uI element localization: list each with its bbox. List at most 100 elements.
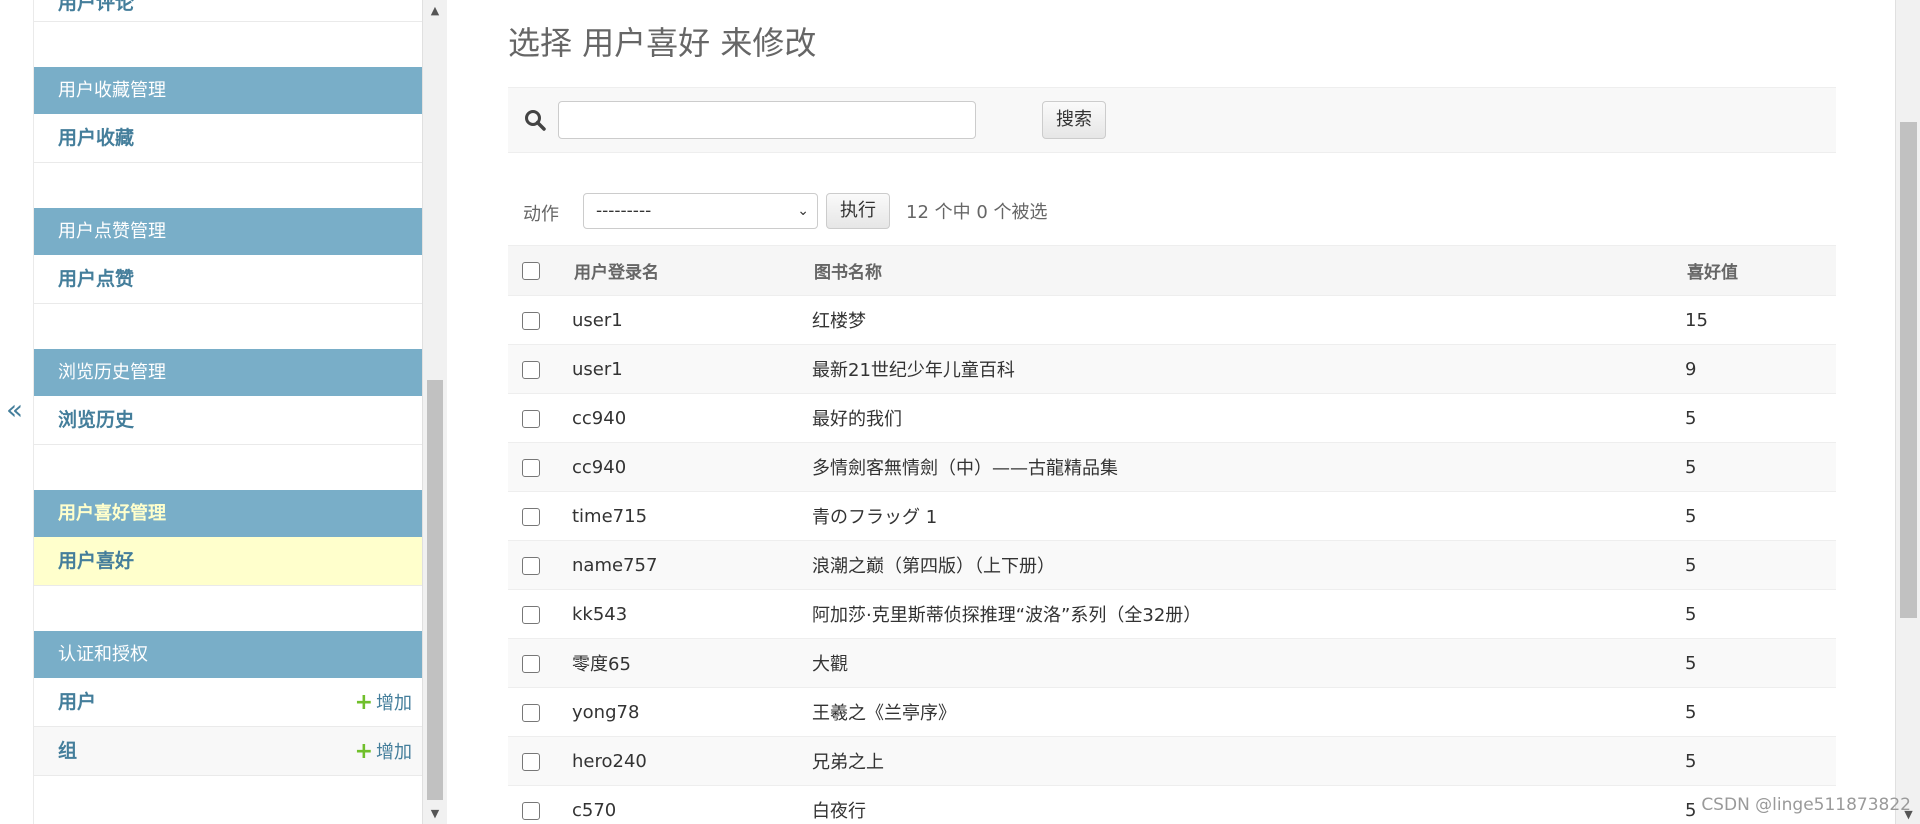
table-row: hero240 兄弟之上 5 (508, 736, 1836, 786)
run-action-button[interactable]: 执行 (826, 193, 890, 229)
cell-book: 青のフラッグ 1 (812, 491, 1685, 541)
cell-user[interactable]: c570 (572, 785, 812, 824)
table-row: user1 最新21世纪少年儿童百科 9 (508, 344, 1836, 394)
cell-value: 5 (1685, 491, 1836, 541)
cell-book: 阿加莎·克里斯蒂侦探推理“波洛”系列（全32册） (812, 589, 1685, 639)
cell-book: 浪潮之巅（第四版）（上下册） (812, 540, 1685, 590)
sidebar-item-preferences[interactable]: 用户喜好 (34, 537, 422, 586)
column-header-user[interactable]: 用户登录名 (572, 245, 812, 296)
row-checkbox[interactable] (522, 654, 540, 673)
table-row: cc940 最好的我们 5 (508, 393, 1836, 443)
table-row: time715 青のフラッグ 1 5 (508, 491, 1836, 541)
module-caption-auth[interactable]: 认证和授权 (34, 631, 422, 678)
search-input[interactable] (558, 101, 976, 139)
table-row: cc940 多情劍客無情劍（中）——古龍精品集 5 (508, 442, 1836, 492)
row-checkbox[interactable] (522, 605, 540, 624)
page-title: 选择 用户喜好 来修改 (508, 24, 817, 62)
row-checkbox[interactable] (522, 507, 540, 526)
page-scrollbar[interactable]: ▼ (1895, 0, 1920, 824)
row-checkbox[interactable] (522, 311, 540, 330)
search-icon (525, 110, 546, 131)
module-caption-likes[interactable]: 用户点赞管理 (34, 208, 422, 255)
sidebar-item-label[interactable]: 浏览历史 (58, 396, 134, 445)
sidebar: 用户评论 用户收藏管理 用户收藏 用户点赞管理 用户点赞 浏览历史管理 浏览历史… (34, 0, 422, 824)
row-checkbox[interactable] (522, 458, 540, 477)
cell-value: 5 (1685, 589, 1836, 639)
table-row: user1 红楼梦 15 (508, 295, 1836, 345)
table-row: name757 浪潮之巅（第四版）（上下册） 5 (508, 540, 1836, 590)
action-select[interactable]: --------- ⌄ (583, 193, 818, 229)
scroll-down-arrow-icon[interactable]: ▼ (423, 807, 447, 820)
cell-user[interactable]: 零度65 (572, 638, 812, 688)
cell-user[interactable]: hero240 (572, 736, 812, 786)
module-caption-preferences[interactable]: 用户喜好管理 (34, 490, 422, 537)
add-label[interactable]: 增加 (376, 742, 412, 763)
chevron-down-icon: ⌄ (797, 203, 809, 219)
cell-value: 5 (1685, 687, 1836, 737)
row-checkbox[interactable] (522, 409, 540, 428)
select-all-cell (508, 245, 572, 296)
table-row: kk543 阿加莎·克里斯蒂侦探推理“波洛”系列（全32册） 5 (508, 589, 1836, 639)
table-row: 零度65 大觀 5 (508, 638, 1836, 688)
main-content: 选择 用户喜好 来修改 搜索 动作 --------- ⌄ 执行 12 个中 0… (447, 0, 1895, 824)
search-toolbar: 搜索 (508, 87, 1836, 153)
sidebar-scrollbar-thumb[interactable] (427, 380, 443, 800)
row-checkbox[interactable] (522, 801, 540, 820)
action-select-value: --------- (596, 201, 652, 221)
sidebar-scrollbar[interactable]: ▲ ▼ (422, 0, 447, 824)
cell-user[interactable]: name757 (572, 540, 812, 590)
column-header-value[interactable]: 喜好值 (1685, 245, 1836, 296)
sidebar-item-comments[interactable]: 用户评论 (34, 0, 422, 22)
sidebar-item-label[interactable]: 用户收藏 (58, 114, 134, 163)
action-label: 动作 (523, 204, 559, 225)
cell-user[interactable]: kk543 (572, 589, 812, 639)
cell-user[interactable]: cc940 (572, 393, 812, 443)
selection-counter: 12 个中 0 个被选 (906, 202, 1048, 223)
sidebar-item-label[interactable]: 用户喜好 (58, 537, 134, 586)
sidebar-item-favorites[interactable]: 用户收藏 (34, 114, 422, 163)
sidebar-item-label[interactable]: 组 (58, 727, 77, 776)
cell-user[interactable]: user1 (572, 344, 812, 394)
sidebar-item-groups[interactable]: 组 + 增加 (34, 727, 422, 776)
cell-user[interactable]: yong78 (572, 687, 812, 737)
module-caption-favorites[interactable]: 用户收藏管理 (34, 67, 422, 114)
cell-user[interactable]: cc940 (572, 442, 812, 492)
cell-value: 15 (1685, 295, 1836, 345)
row-checkbox[interactable] (522, 703, 540, 722)
add-user-link[interactable]: + 增加 (355, 678, 412, 728)
plus-icon: + (354, 690, 373, 715)
cell-book: 红楼梦 (812, 295, 1685, 345)
cell-value: 5 (1685, 736, 1836, 786)
cell-user[interactable]: time715 (572, 491, 812, 541)
row-checkbox[interactable] (522, 556, 540, 575)
cell-user[interactable]: user1 (572, 295, 812, 345)
select-all-checkbox[interactable] (522, 261, 540, 280)
module-caption-history[interactable]: 浏览历史管理 (34, 349, 422, 396)
row-checkbox[interactable] (522, 360, 540, 379)
sidebar-item-label[interactable]: 用户评论 (58, 0, 134, 15)
table-header-row: 用户登录名 图书名称 喜好值 (508, 245, 1836, 296)
cell-value: 5 (1685, 393, 1836, 443)
sidebar-item-users[interactable]: 用户 + 增加 (34, 678, 422, 727)
actions-bar: 动作 --------- ⌄ 执行 12 个中 0 个被选 (508, 187, 1836, 237)
add-label[interactable]: 增加 (376, 693, 412, 714)
sidebar-item-label[interactable]: 用户点赞 (58, 255, 134, 304)
cell-book: 最好的我们 (812, 393, 1685, 443)
scroll-up-arrow-icon[interactable]: ▲ (423, 4, 447, 17)
cell-book: 兄弟之上 (812, 736, 1685, 786)
plus-icon: + (354, 739, 373, 764)
result-list-table: 用户登录名 图书名称 喜好值 user1 红楼梦 15 user1 最新21世纪… (508, 245, 1836, 824)
row-checkbox[interactable] (522, 752, 540, 771)
add-group-link[interactable]: + 增加 (355, 727, 412, 777)
sidebar-collapse-toggle[interactable]: « (0, 0, 34, 824)
column-header-book[interactable]: 图书名称 (812, 245, 1685, 296)
cell-book: 王羲之《兰亭序》 (812, 687, 1685, 737)
collapse-chevron-icon[interactable]: « (6, 396, 23, 424)
search-button[interactable]: 搜索 (1042, 101, 1106, 139)
sidebar-item-history[interactable]: 浏览历史 (34, 396, 422, 445)
cell-value: 5 (1685, 638, 1836, 688)
page-scrollbar-thumb[interactable] (1900, 122, 1917, 618)
sidebar-item-label[interactable]: 用户 (58, 678, 96, 727)
cell-value: 5 (1685, 442, 1836, 492)
sidebar-item-likes[interactable]: 用户点赞 (34, 255, 422, 304)
